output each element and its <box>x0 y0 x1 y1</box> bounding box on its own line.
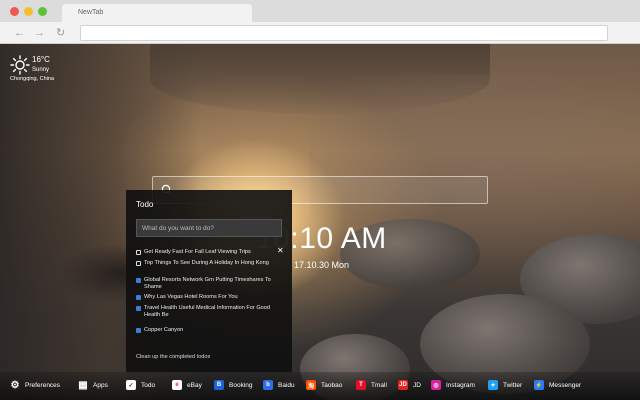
bottom-bar: ⚙ Preferences ▦ Apps ✓ Todo e eBay B Booking b Baid… <box>0 372 640 400</box>
bottom-link-label: Tmall <box>371 381 387 389</box>
bottom-link-label: Twitter <box>503 381 523 389</box>
todo-item[interactable]: Get Ready Fast For Fall Leaf Viewing Tri… <box>136 249 276 256</box>
bottom-link-label: eBay <box>187 381 202 389</box>
bottom-link-label: Instagram <box>446 381 475 389</box>
todo-title: Todo <box>136 200 154 209</box>
taobao-icon: 淘 <box>306 380 316 390</box>
todo-item-text: Travel Health Useful Medical Information… <box>144 305 271 318</box>
bottom-link-messenger[interactable]: ⚡ Messenger <box>534 379 581 391</box>
todo-item[interactable]: Travel Health Useful Medical Information… <box>136 305 276 319</box>
bottom-link-ebay[interactable]: e eBay <box>172 379 202 391</box>
todo-item-text: Top Things To See During A Holiday In Ho… <box>144 260 269 266</box>
bottom-link-label: JD <box>413 381 421 389</box>
todo-checkbox[interactable] <box>136 278 141 283</box>
tab-newtab[interactable]: NewTab <box>62 4 252 22</box>
bottom-link-jd[interactable]: JD JD <box>398 379 421 391</box>
todo-checkbox[interactable] <box>136 328 141 333</box>
maximize-window-button[interactable] <box>38 7 47 16</box>
grid-icon: ▦ <box>78 379 88 391</box>
browser-titlebar: NewTab <box>0 0 640 22</box>
bottom-link-label: Booking <box>229 381 253 389</box>
bottom-link-todo[interactable]: ✓ Todo <box>126 379 155 391</box>
todo-item[interactable]: Why Las Vegas Hotel Rooms For You <box>136 294 276 301</box>
todo-item-text: Why Las Vegas Hotel Rooms For You <box>144 294 238 300</box>
tab-title: NewTab <box>78 9 104 16</box>
todo-item[interactable]: Top Things To See During A Holiday In Ho… <box>136 260 276 267</box>
bottom-link-baidu[interactable]: b Baidu <box>263 379 295 391</box>
address-bar[interactable] <box>80 25 608 41</box>
back-arrow-icon[interactable]: ← <box>14 26 25 40</box>
bottom-link-tmall[interactable]: T Tmall <box>356 379 387 391</box>
weather-condition: Sunny <box>32 67 50 73</box>
todo-checkbox[interactable] <box>136 306 141 311</box>
bottom-link-label: Todo <box>141 381 156 389</box>
weather-location: Chongqing, China <box>10 76 55 82</box>
bottom-link-taobao[interactable]: 淘 Taobao <box>306 379 342 391</box>
bottom-link-label: Apps <box>93 381 108 389</box>
forward-arrow-icon[interactable]: → <box>34 26 45 40</box>
todo-checkbox[interactable] <box>136 250 141 255</box>
sun-icon <box>10 55 30 75</box>
todo-item-text: Get Ready Fast For Fall Leaf Viewing Tri… <box>144 249 251 255</box>
checkbox-icon: ✓ <box>126 380 136 390</box>
jd-icon: JD <box>398 380 408 390</box>
tmall-icon: T <box>356 380 366 390</box>
clean-completed-link[interactable]: Clean up the completed todos <box>136 354 210 360</box>
bottom-link-label: Taobao <box>321 381 343 389</box>
bottom-link-label: Messenger <box>549 381 582 389</box>
clock-date: 17.10.30 Mon <box>294 260 350 270</box>
todo-checkbox[interactable] <box>136 261 141 266</box>
todo-item[interactable]: Global Resorts Network Grn Putting Times… <box>136 277 276 291</box>
booking-icon: B <box>214 380 224 390</box>
bottom-link-label: Baidu <box>278 381 295 389</box>
bottom-link-booking[interactable]: B Booking <box>214 379 253 391</box>
weather-temperature: 16°C <box>32 55 50 64</box>
todo-checkbox[interactable] <box>136 295 141 300</box>
todo-item-text: Global Resorts Network Grn Putting Times… <box>144 277 271 290</box>
bottom-link-apps[interactable]: ▦ Apps <box>78 379 108 391</box>
reload-icon[interactable]: ↻ <box>56 26 65 40</box>
close-icon[interactable]: ✕ <box>277 247 284 255</box>
twitter-icon: ✦ <box>488 380 498 390</box>
gear-icon: ⚙ <box>10 379 20 391</box>
todo-item[interactable]: Copper Canyon <box>136 327 276 334</box>
baidu-icon: b <box>263 380 273 390</box>
bottom-link-instagram[interactable]: ◎ Instagram <box>431 379 475 391</box>
todo-item-text: Copper Canyon <box>144 327 184 333</box>
close-window-button[interactable] <box>10 7 19 16</box>
ebay-icon: e <box>172 380 182 390</box>
messenger-icon: ⚡ <box>534 380 544 390</box>
bottom-link-preferences[interactable]: ⚙ Preferences <box>10 379 61 391</box>
minimize-window-button[interactable] <box>24 7 33 16</box>
todo-panel: Todo ✕ Get Ready Fast For Fall Leaf View… <box>126 190 292 372</box>
instagram-icon: ◎ <box>431 380 441 390</box>
bottom-link-label: Preferences <box>25 381 61 389</box>
browser-toolbar: ← → ↻ <box>0 22 640 44</box>
todo-input[interactable] <box>136 219 282 237</box>
bottom-link-twitter[interactable]: ✦ Twitter <box>488 379 522 391</box>
